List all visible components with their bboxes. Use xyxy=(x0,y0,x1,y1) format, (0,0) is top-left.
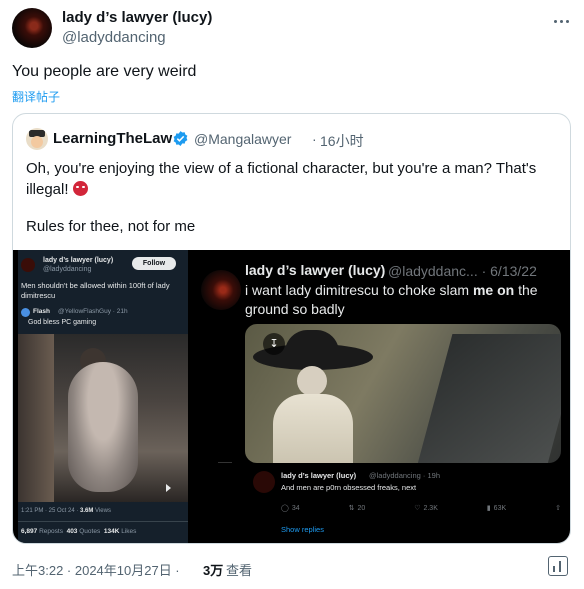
media-left-author-handle: @ladyddancing xyxy=(43,266,92,273)
media-left-meta-views: 3.6M xyxy=(80,508,94,514)
media-right-author-name: lady d’s lawyer (lucy) xyxy=(245,262,386,278)
media-right-text-bold: me on xyxy=(472,282,515,298)
media-left-likes-label: Likes xyxy=(121,528,137,535)
media-left-text: Men shouldn't be allowed within 100ft of… xyxy=(21,281,170,300)
quoted-media[interactable]: lady d’s lawyer (lucy) @ladyddancing Fol… xyxy=(13,250,570,543)
like-count: 2.3K xyxy=(423,504,438,512)
verified-badge-icon xyxy=(173,131,188,146)
media-left-likes: 134K xyxy=(103,528,120,535)
quoted-author-handle[interactable]: @Mangalawyer xyxy=(194,131,291,147)
reply-icon: ◯ xyxy=(281,505,289,512)
reply-count: 34 xyxy=(291,504,300,512)
media-left-follow-button: Follow xyxy=(132,257,176,270)
quoted-text-line1: Oh, you're enjoying the view of a fictio… xyxy=(26,160,537,198)
quoted-author-avatar[interactable] xyxy=(26,128,48,150)
media-right-reply-text: And men are p0rn obsessed freaks, next xyxy=(281,483,417,492)
translate-post-link[interactable]: 翻译帖子 xyxy=(12,88,60,105)
media-left-quoted-handle: @YellowFlashGuy · 21h xyxy=(58,308,128,315)
media-left-meta-views-label: Views xyxy=(95,508,111,514)
more-options-icon[interactable] xyxy=(548,12,574,30)
media-left-image xyxy=(18,334,188,502)
like-action: ♡ 2.3K xyxy=(414,504,438,513)
views-icon: ▮ xyxy=(486,505,491,512)
play-icon xyxy=(166,484,174,492)
media-left-avatar xyxy=(21,258,35,272)
views-count: 63K xyxy=(493,504,507,512)
media-right-reply-name: lady d’s lawyer (lucy) xyxy=(281,471,357,480)
media-right-avatar xyxy=(201,270,241,310)
repost-action: ⇅ 20 xyxy=(348,504,366,513)
author-avatar[interactable] xyxy=(12,8,52,48)
repost-icon: ⇅ xyxy=(348,505,355,512)
post-timestamp[interactable]: 上午3:22 · 2024年10月27日 · xyxy=(12,560,180,579)
media-right-reply-avatar xyxy=(253,471,275,493)
media-right-text-before: i want lady dimitrescu to choke slam xyxy=(245,282,470,298)
author-handle[interactable]: @ladyddancing xyxy=(62,29,166,46)
media-left-reposts: 6,897 xyxy=(21,528,38,535)
angry-face-emoji-icon xyxy=(72,181,88,196)
post-text: You people are very weird xyxy=(12,63,197,80)
media-left-quotes-label: Quotes xyxy=(79,528,101,535)
media-left-quotes: 403 xyxy=(66,528,78,535)
quoted-post[interactable]: LearningTheLaw @Mangalawyer · 16小时 Oh, y… xyxy=(12,113,571,544)
media-left-meta: 1:21 PM · 25 Oct 24 · 3.6M Views xyxy=(21,508,111,514)
quoted-time[interactable]: 16小时 xyxy=(320,131,364,151)
media-left-divider xyxy=(18,521,188,522)
media-left-meta-time: 1:21 PM · 25 Oct 24 · xyxy=(21,508,79,514)
author-name[interactable]: lady d’s lawyer (lucy) xyxy=(62,9,212,26)
like-icon: ♡ xyxy=(414,505,421,512)
media-right-text: i want lady dimitrescu to choke slam me … xyxy=(245,281,555,319)
media-left-quoted-text: God bless PC gaming xyxy=(28,319,97,326)
media-left-quoted-name: Flash xyxy=(33,308,50,315)
repost-count: 20 xyxy=(357,504,366,512)
media-left-author-name: lady d’s lawyer (lucy) xyxy=(43,257,114,264)
share-action: ⇧ xyxy=(555,504,561,512)
media-right-author-handle: @ladyddanc... · 6/13/22 xyxy=(388,263,537,279)
media-left-quoted-avatar xyxy=(21,308,30,317)
media-left-reposts-label: Reposts xyxy=(39,528,63,535)
media-right-image xyxy=(245,324,561,463)
post-analytics-icon[interactable] xyxy=(548,556,568,576)
views-label: 查看 xyxy=(226,563,253,578)
media-right-divider xyxy=(218,462,232,463)
reply-action: ◯ 34 xyxy=(281,504,300,513)
media-right-reply-handle: @ladyddancing · 19h xyxy=(369,471,440,480)
quoted-text-line2: Rules for thee, not for me xyxy=(26,218,196,235)
download-icon: ↧ xyxy=(263,333,285,355)
show-replies-link: Show replies xyxy=(281,525,324,534)
quoted-separator: · xyxy=(312,131,317,147)
views-count: 3万 xyxy=(203,563,224,578)
media-left-screenshot[interactable]: lady d’s lawyer (lucy) @ladyddancing Fol… xyxy=(18,250,188,543)
quoted-author-name[interactable]: LearningTheLaw xyxy=(53,130,172,147)
share-icon: ⇧ xyxy=(555,505,561,512)
quoted-text: Oh, you're enjoying the view of a fictio… xyxy=(26,158,556,200)
media-left-stats: 6,897 Reposts 403 Quotes 134K Likes xyxy=(21,528,136,535)
views-action: ▮ 63K xyxy=(486,504,507,513)
media-right-actions: ◯ 34 ⇅ 20 ♡ 2.3K ▮ 63K ⇧ xyxy=(281,504,561,513)
